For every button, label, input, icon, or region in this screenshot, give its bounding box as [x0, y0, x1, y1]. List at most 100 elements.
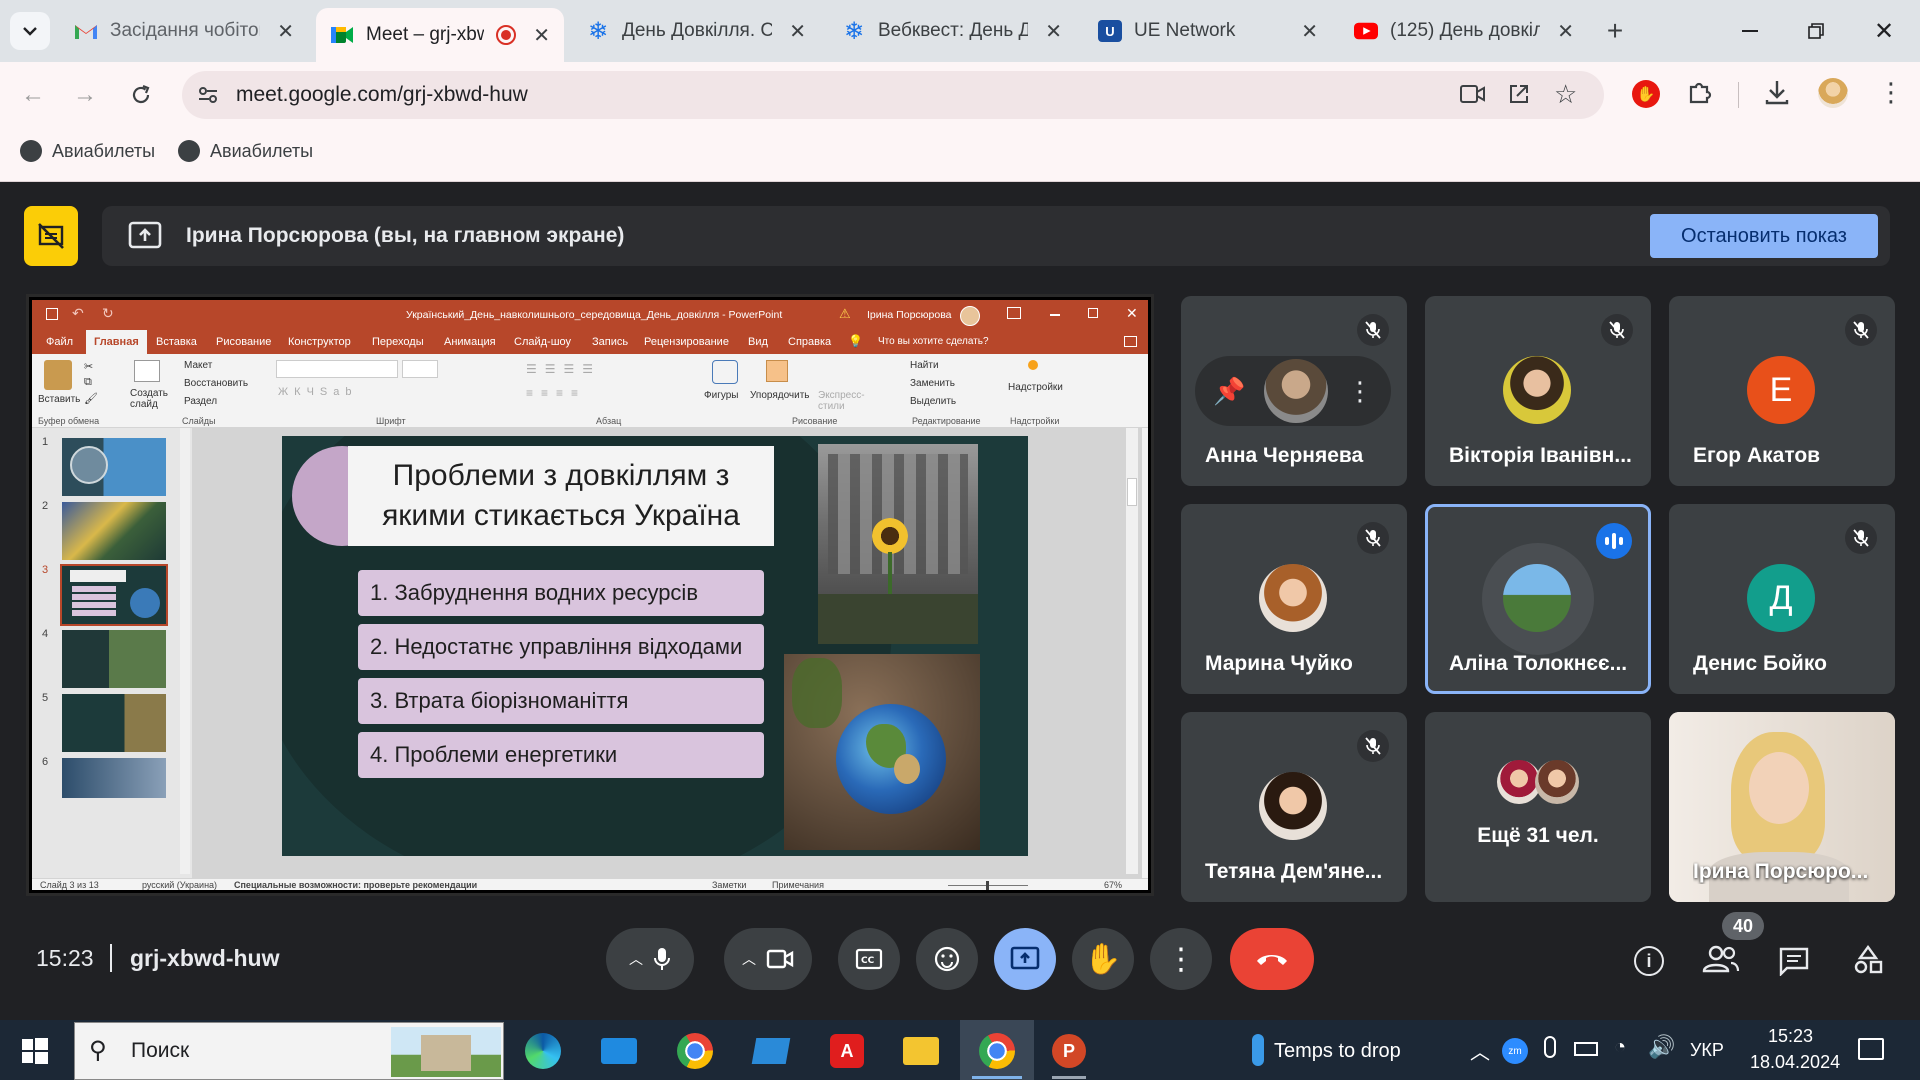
section-button[interactable]: Раздел	[184, 396, 217, 407]
ppt-tab-help[interactable]: Справка	[788, 336, 831, 348]
profile-avatar[interactable]	[1818, 78, 1848, 108]
mic-control[interactable]: ︿	[606, 928, 694, 990]
tab-meet[interactable]: Meet – grj-xbw ✕	[316, 8, 564, 62]
participant-tile[interactable]: Вікторія Іванівн...	[1425, 296, 1651, 486]
adblock-icon[interactable]: ✋	[1632, 80, 1660, 108]
ppt-close-icon[interactable]: ✕	[1126, 305, 1138, 322]
more-options-icon[interactable]: ⋮	[1347, 376, 1373, 407]
layout-button[interactable]: Макет	[184, 360, 212, 371]
tab-ue-network[interactable]: U UE Network ✕	[1084, 9, 1332, 53]
close-icon[interactable]: ✕	[533, 23, 550, 48]
chat-icon[interactable]	[1778, 946, 1810, 981]
bookmark-star-icon[interactable]: ☆	[1554, 79, 1577, 110]
ppt-tell-me[interactable]: Что вы хотите сделать?	[878, 336, 989, 347]
font-size-field[interactable]	[402, 360, 438, 378]
thumbs-scrollbar[interactable]	[180, 428, 190, 874]
language-status[interactable]: русский (Украина)	[142, 880, 217, 890]
close-icon[interactable]: ✕	[1045, 19, 1062, 44]
leave-call-button[interactable]	[1230, 928, 1314, 990]
taskbar-search[interactable]: ⚲ Поиск	[74, 1022, 504, 1080]
ppt-tab-draw[interactable]: Рисование	[216, 336, 271, 348]
ppt-tab-slideshow[interactable]: Слайд-шоу	[514, 336, 571, 348]
ppt-tab-design[interactable]: Конструктор	[288, 336, 351, 348]
participant-tile[interactable]: Е Егор Акатов	[1669, 296, 1895, 486]
tab-youtube[interactable]: (125) День довкіл ✕	[1340, 9, 1588, 53]
slide-thumbnail-selected[interactable]	[60, 564, 168, 626]
close-icon[interactable]: ✕	[789, 19, 806, 44]
ribbon-display-icon[interactable]	[1007, 307, 1021, 319]
remote-desktop-icon[interactable]	[750, 1030, 792, 1072]
chrome-icon[interactable]	[674, 1030, 716, 1072]
file-explorer-icon[interactable]	[900, 1030, 942, 1072]
zoom-level[interactable]: 67%	[1104, 880, 1122, 890]
ppt-restore-icon[interactable]	[1088, 308, 1098, 318]
camera-icon[interactable]	[1460, 83, 1486, 110]
bookmark-item[interactable]: Авиабилеты	[178, 140, 313, 162]
menu-kebab-icon[interactable]: ⋮	[1878, 78, 1904, 106]
font-format-icons[interactable]: ЖКЧSab	[278, 386, 357, 398]
bookmark-item[interactable]: Авиабилеты	[20, 140, 155, 162]
tab-search-button[interactable]	[10, 12, 50, 50]
select-button[interactable]: Выделить	[910, 396, 956, 407]
more-participants-tile[interactable]: Ещё 31 чел.	[1425, 712, 1651, 902]
weather-text[interactable]: Temps to drop	[1274, 1040, 1401, 1063]
participant-tile[interactable]: 📌 ⋮ Анна Черняева	[1181, 296, 1407, 486]
font-name-field[interactable]	[276, 360, 398, 378]
new-slide-icon[interactable]	[134, 360, 160, 382]
ppt-tab-transitions[interactable]: Переходы	[372, 336, 424, 348]
volume-icon[interactable]: 🔊	[1648, 1034, 1675, 1060]
notes-button[interactable]: Заметки	[712, 880, 746, 890]
minimize-button[interactable]	[1730, 14, 1770, 48]
presentation-hide-button[interactable]	[24, 206, 78, 266]
activities-icon[interactable]	[1852, 944, 1884, 981]
clock-date[interactable]: 18.04.2024	[1750, 1052, 1840, 1073]
redo-icon[interactable]: ↻	[102, 305, 114, 322]
more-options-button[interactable]: ⋮	[1150, 928, 1212, 990]
site-settings-icon[interactable]	[196, 83, 220, 107]
pin-icon[interactable]: 📌	[1213, 376, 1245, 407]
present-now-button[interactable]	[994, 928, 1056, 990]
powerpoint-icon[interactable]: P	[1048, 1030, 1090, 1072]
ppt-tab-animation[interactable]: Анимация	[444, 336, 496, 348]
paste-label[interactable]: Вставить	[38, 394, 80, 405]
copy-icon[interactable]: ⧉	[84, 376, 92, 389]
chevron-up-icon[interactable]: ︿	[629, 949, 643, 969]
camera-control[interactable]: ︿	[724, 928, 812, 990]
slide-thumbnail[interactable]	[62, 694, 166, 752]
tray-chevron-icon[interactable]: ︿	[1470, 1036, 1490, 1065]
participant-tile[interactable]: Тетяна Дем'яне...	[1181, 712, 1407, 902]
ppt-tab-file[interactable]: Файл	[46, 336, 73, 348]
format-painter-icon[interactable]: 🖌	[84, 392, 98, 405]
addins-label[interactable]: Надстройки	[1008, 382, 1063, 393]
ppt-tab-record[interactable]: Запись	[592, 336, 628, 348]
acrobat-icon[interactable]: A	[826, 1030, 868, 1072]
extensions-icon[interactable]	[1686, 78, 1714, 111]
slide-thumbnail[interactable]	[62, 438, 166, 496]
participant-tile[interactable]: Марина Чуйко	[1181, 504, 1407, 694]
back-button[interactable]: ←	[18, 80, 48, 110]
slide-thumbnail[interactable]	[62, 758, 166, 798]
reset-button[interactable]: Восстановить	[184, 378, 248, 389]
open-in-new-icon[interactable]	[1508, 83, 1530, 110]
chrome-icon[interactable]	[976, 1030, 1018, 1072]
tab-den-dovkillia[interactable]: ❄ День Довкілля. Ст ✕	[572, 9, 820, 53]
new-slide-label[interactable]: Создать слайд	[130, 388, 170, 410]
tab-gmail[interactable]: Засідання чобіток ✕	[60, 9, 308, 53]
new-tab-button[interactable]: +	[1598, 14, 1632, 48]
windows-start-button[interactable]	[14, 1030, 56, 1072]
slide-thumbnail[interactable]	[62, 502, 166, 560]
quick-styles-label[interactable]: Экспресс-стили	[818, 390, 865, 412]
shapes-label[interactable]: Фигуры	[704, 390, 738, 401]
clock-time[interactable]: 15:23	[1768, 1026, 1813, 1047]
ppt-tab-home[interactable]: Главная	[86, 330, 147, 354]
input-language[interactable]: УКР	[1690, 1040, 1724, 1061]
window-close-button[interactable]: ✕	[1864, 14, 1904, 48]
captions-button[interactable]: CC	[838, 928, 900, 990]
edge-icon[interactable]	[522, 1030, 564, 1072]
save-icon[interactable]	[46, 308, 58, 320]
chevron-up-icon[interactable]: ︿	[742, 949, 756, 969]
forward-button[interactable]: →	[70, 80, 100, 110]
comments-button[interactable]: Примечания	[772, 880, 824, 890]
self-view-tile[interactable]: Ірина Порсюро...	[1669, 712, 1895, 902]
close-icon[interactable]: ✕	[1557, 19, 1574, 44]
